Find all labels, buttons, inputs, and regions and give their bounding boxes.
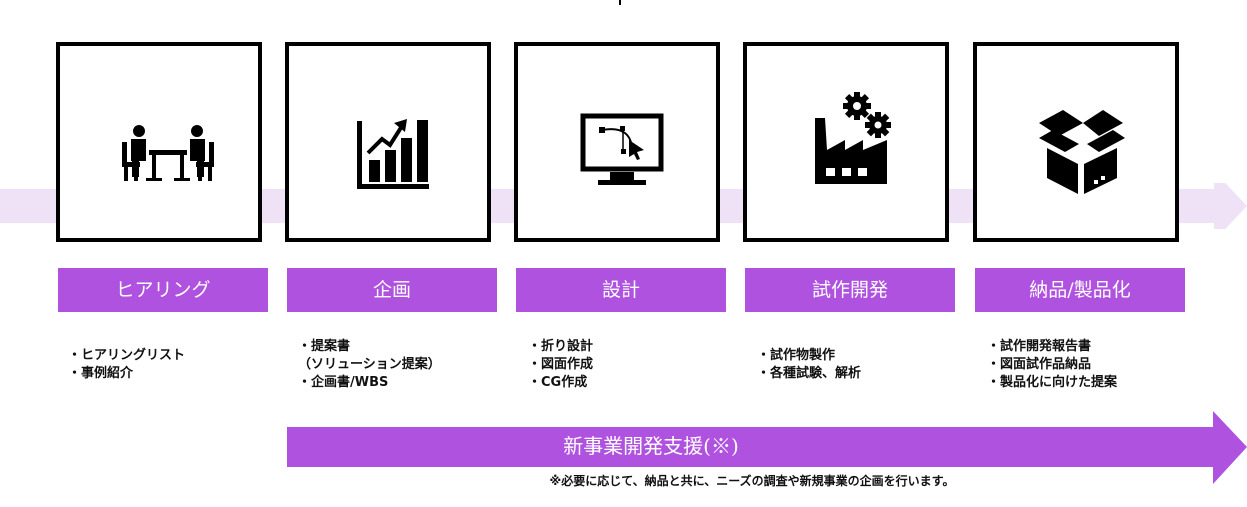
step-box-planning xyxy=(285,42,491,242)
growth-chart-icon xyxy=(357,119,429,189)
step-label-delivery: 納品/製品化 xyxy=(975,268,1185,312)
step-box-design xyxy=(514,42,720,242)
list-item: ・図面試作品納品 xyxy=(987,357,1092,372)
list-item: ・図面作成 xyxy=(528,357,594,372)
list-item: ・ヒアリングリスト xyxy=(68,348,186,363)
step-desc-prototype: ・試作物製作 ・各種試験、解析 xyxy=(757,347,861,383)
step-desc-delivery: ・試作開発報告書 ・図面試作品納品 ・製品化に向けた提案 xyxy=(987,338,1117,392)
list-item: ・CG作成 xyxy=(528,375,588,390)
list-item: ・企画書/WBS xyxy=(298,375,389,390)
step-box-hearing xyxy=(56,42,262,242)
list-item: ・事例紹介 xyxy=(68,366,134,381)
step-desc-hearing: ・ヒアリングリスト ・事例紹介 xyxy=(68,347,185,383)
list-item: ・提案書 xyxy=(298,339,351,354)
meeting-icon xyxy=(122,125,214,181)
step-desc-planning: ・提案書 （ソリューション提案） ・企画書/WBS xyxy=(298,338,441,392)
list-item: ・製品化に向けた提案 xyxy=(987,375,1118,390)
list-item: ・各種試験、解析 xyxy=(757,366,862,381)
step-label-design: 設計 xyxy=(516,268,726,312)
step-box-prototype xyxy=(743,42,949,242)
support-footnote: ※必要に応じて、納品と共に、ニーズの調査や新規事業の企画を行います。 xyxy=(549,474,955,488)
list-item: ・折り設計 xyxy=(528,339,594,354)
list-item: ・試作開発報告書 xyxy=(987,339,1092,354)
step-label-planning: 企画 xyxy=(287,268,497,312)
step-desc-design: ・折り設計 ・図面作成 ・CG作成 xyxy=(528,338,593,392)
step-label-hearing: ヒアリング xyxy=(58,268,268,312)
factory-gears-icon xyxy=(815,92,891,184)
support-label: 新事業開発支援(※) xyxy=(563,434,739,458)
open-box-icon xyxy=(1039,110,1125,194)
vector-design-monitor-icon xyxy=(580,113,664,185)
top-tick-mark xyxy=(619,0,621,5)
list-item: （ソリューション提案） xyxy=(298,357,441,372)
step-label-prototype: 試作開発 xyxy=(745,268,955,312)
list-item: ・試作物製作 xyxy=(757,348,836,363)
step-box-delivery xyxy=(973,42,1179,242)
